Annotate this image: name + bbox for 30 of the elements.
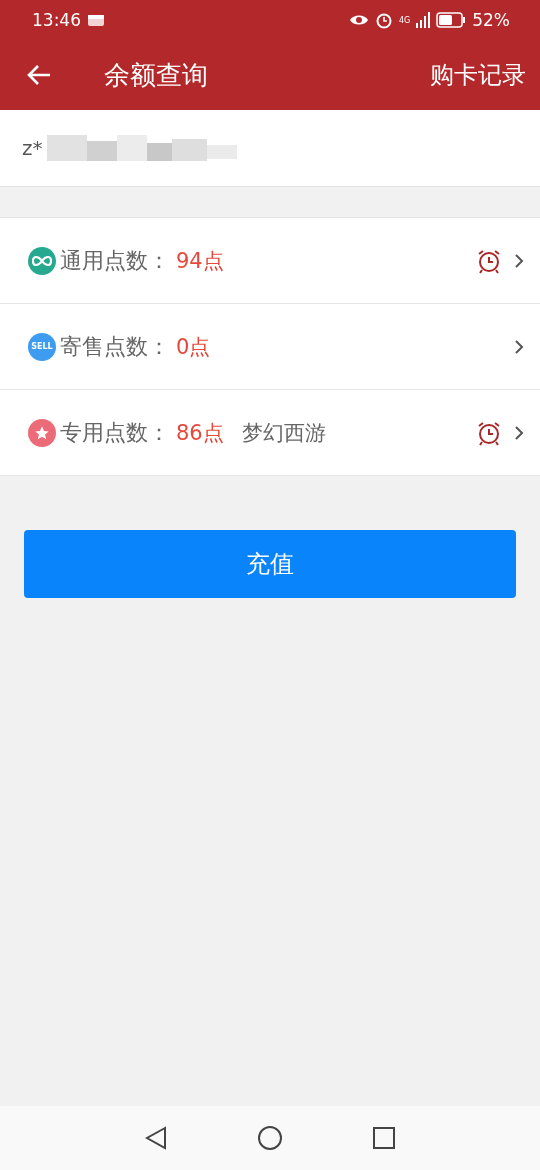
account-name: z* [22,136,43,160]
purchase-history-link[interactable]: 购卡记录 [430,59,526,91]
battery-icon [436,12,467,28]
chevron-right-icon [514,424,524,441]
back-arrow-icon[interactable] [26,64,52,86]
chevron-right-icon [514,252,524,269]
alarm-icon [374,11,393,29]
home-nav-icon[interactable] [257,1125,283,1151]
balance-value: 0点 [176,333,211,361]
network-type: 4G [398,15,411,25]
sell-icon: SELL [28,332,56,361]
notification-icon [87,13,105,27]
status-time: 13:46 [32,10,81,30]
balance-value: 86点 [176,419,224,447]
page-title: 余额查询 [104,58,209,92]
balance-label: 通用点数： [60,246,170,275]
back-nav-icon[interactable] [145,1126,167,1150]
balance-row[interactable]: 专用点数： 86点 梦幻西游 [0,390,540,476]
balance-label: 寄售点数： [60,332,170,361]
chevron-right-icon [514,338,524,355]
balance-value: 94点 [176,247,224,275]
battery-level: 52% [472,10,510,30]
signal-icon [416,12,431,28]
balance-row[interactable]: SELL 寄售点数： 0点 [0,304,540,390]
recharge-button[interactable]: 充值 [24,530,516,598]
balance-row[interactable]: 通用点数： 94点 [0,218,540,304]
game-name: 梦幻西游 [241,419,326,447]
recents-nav-icon[interactable] [373,1127,395,1149]
balance-label: 专用点数： [60,418,170,447]
eye-icon [348,13,369,27]
